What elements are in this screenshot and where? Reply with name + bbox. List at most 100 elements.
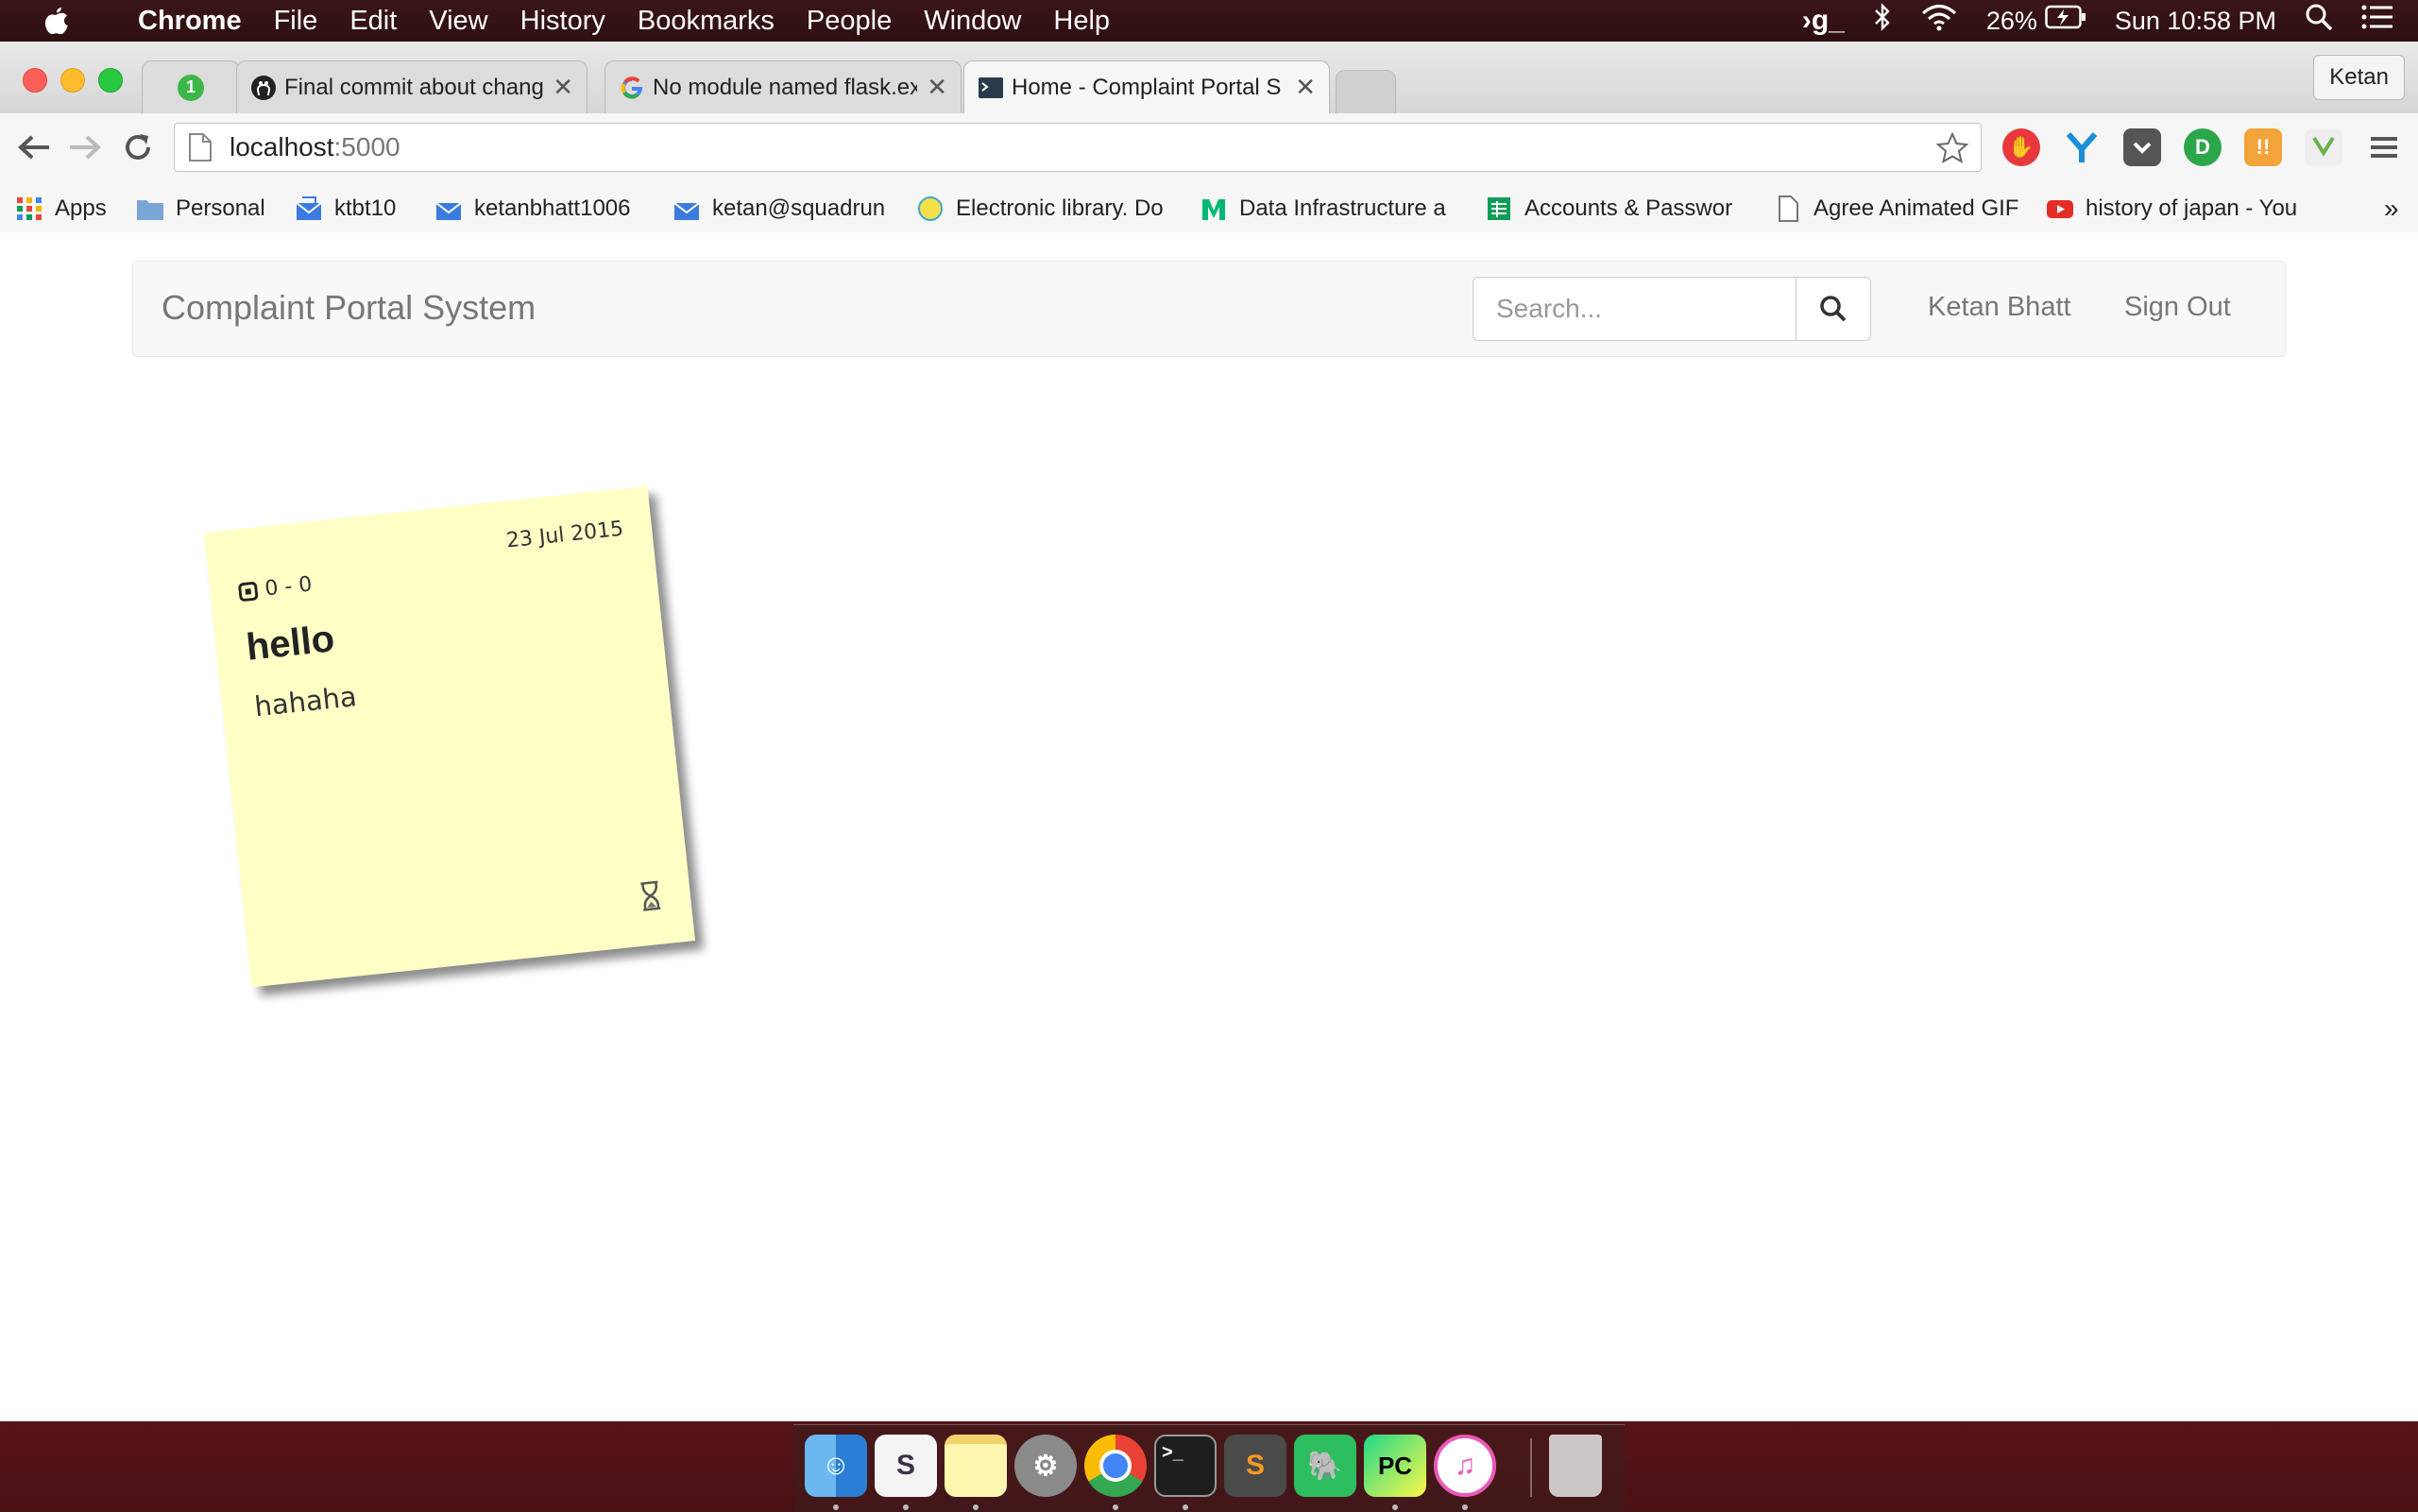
bookmark-ketan-squadrun[interactable]: ketan@squadrun [673,193,885,225]
leaf-extension-icon[interactable] [2305,128,2342,166]
vote-text: 0 - 0 [264,572,314,602]
spotlight-search-icon[interactable] [2305,3,2333,39]
bookmark-ktbt10[interactable]: ktbt10 [295,193,396,225]
search-button[interactable] [1796,277,1871,341]
close-window-button[interactable] [23,68,47,93]
slack-icon[interactable]: S [875,1435,937,1497]
note-title: hello [244,618,337,669]
bookmark-label: ktbt10 [334,195,397,221]
green-d-extension-icon[interactable]: D [2184,128,2222,166]
zoom-window-button[interactable] [98,68,123,93]
dock-separator [1530,1438,1532,1497]
running-indicator [1183,1504,1188,1510]
bluetooth-icon[interactable] [1873,3,1892,39]
finder-icon[interactable]: ☺ [805,1435,867,1497]
back-button[interactable] [13,127,55,168]
bookmark-apps[interactable]: Apps [15,193,107,225]
system-preferences-icon[interactable]: ⚙ [1014,1435,1077,1497]
user-profile-link[interactable]: Ketan Bhatt [1928,292,2071,323]
reload-button[interactable] [117,127,159,168]
search-icon [1820,296,1847,322]
y-extension-icon[interactable] [2063,128,2101,166]
bookmark-label: Data Infrastructure a [1239,195,1446,221]
tab-google-search[interactable]: No module named flask.ext ✕ [604,60,962,113]
tab-close-icon[interactable]: ✕ [927,73,947,102]
forward-button[interactable] [64,127,106,168]
url-host: localhost [230,132,334,161]
bookmark-ketanbhatt1006[interactable]: ketanbhatt1006 [434,193,630,225]
library-icon [918,196,943,221]
new-tab-button[interactable] [1336,70,1396,113]
bookmark-accounts-passwords[interactable]: Accounts & Passwor [1485,193,1744,225]
bookmark-star-icon[interactable] [1935,131,1969,165]
bookmark-label: Electronic library. Do [956,195,1164,221]
minimize-window-button[interactable] [60,68,85,93]
spreadsheet-icon [1488,197,1510,220]
page-icon [188,132,213,162]
browser-window: 1 Final commit about change ✕ No module … [0,42,2418,1421]
complaint-sticky-note[interactable]: 0 - 0 23 Jul 2015 hello hahaha [203,485,696,988]
tab-pinned[interactable]: 1 [142,60,240,113]
menu-file[interactable]: File [274,6,318,37]
tab-title: Final commit about change [284,74,544,100]
bookmark-label: Personal [176,195,265,221]
brand-link[interactable]: Complaint Portal System [162,288,536,328]
bookmark-electronic-library[interactable]: Electronic library. Do [916,193,1171,225]
chrome-icon[interactable] [1084,1435,1147,1497]
running-indicator [1113,1504,1118,1510]
folder-icon [137,200,163,220]
address-bar[interactable]: localhost:5000 [174,123,1982,172]
page-icon [1779,195,1798,222]
tab-close-icon[interactable]: ✕ [553,73,573,102]
note-body: hahaha [252,680,359,723]
trash-icon[interactable] [1549,1435,1602,1497]
notification-center-icon[interactable] [2361,5,2393,37]
battery-charging-icon[interactable] [2045,5,2086,37]
menu-view[interactable]: View [429,6,487,37]
notes-icon[interactable] [945,1435,1007,1497]
tab-title: Home - Complaint Portal S [1012,74,1282,100]
browser-toolbar: localhost:5000 ✋ D !! [0,113,2418,186]
terminal-icon[interactable]: >_ [1154,1435,1217,1497]
adblock-extension-icon[interactable]: ✋ [2002,128,2040,166]
wifi-icon[interactable] [1920,3,1958,39]
menu-bookmarks[interactable]: Bookmarks [638,6,775,37]
apple-icon[interactable] [38,4,76,38]
bookmark-data-infrastructure[interactable]: Data Infrastructure a [1200,193,1455,225]
sign-out-link[interactable]: Sign Out [2124,292,2231,323]
pocket-extension-icon[interactable] [2123,128,2161,166]
bookmark-history-of-japan[interactable]: history of japan - You [2046,193,2305,225]
menu-help[interactable]: Help [1053,6,1110,37]
profile-button[interactable]: Ketan [2313,55,2405,100]
bookmarks-overflow-button[interactable]: » [2384,193,2399,225]
grammarly-icon[interactable]: ›g_ [1802,5,1845,37]
tab-title: No module named flask.ext [653,74,918,100]
menu-history[interactable]: History [520,6,605,37]
sublime-text-icon[interactable]: S [1224,1435,1286,1497]
tab-close-icon[interactable]: ✕ [1295,73,1316,102]
menu-window[interactable]: Window [924,6,1021,37]
bookmark-personal[interactable]: Personal [136,193,265,225]
menu-app-chrome[interactable]: Chrome [138,6,242,37]
menu-edit[interactable]: Edit [349,6,397,37]
mail-icon [673,202,700,220]
search-input[interactable] [1473,277,1797,341]
dock: ☺ S ⚙ >_ S 🐘 PC ♫ [793,1424,1625,1512]
vote-icon [238,581,259,602]
bookmark-label: ketanbhatt1006 [474,195,631,221]
clock[interactable]: Sun 10:58 PM [2115,7,2276,36]
tab-complaint-portal[interactable]: Home - Complaint Portal S ✕ [963,60,1330,113]
evernote-icon[interactable]: 🐘 [1294,1435,1356,1497]
orange-extension-icon[interactable]: !! [2244,128,2282,166]
running-indicator [1462,1504,1468,1510]
pycharm-icon[interactable]: PC [1364,1435,1426,1497]
mail-icon [296,196,322,220]
menu-people[interactable]: People [807,6,892,37]
terminal-favicon-icon [978,75,1004,101]
menu-hamburger-icon[interactable] [2365,128,2403,166]
tab-github-commit[interactable]: Final commit about change ✕ [236,60,587,113]
apps-grid-icon [17,197,42,220]
medium-icon [1202,199,1225,220]
itunes-icon[interactable]: ♫ [1434,1435,1496,1497]
bookmark-agree-gif[interactable]: Agree Animated GIF [1774,193,2018,225]
